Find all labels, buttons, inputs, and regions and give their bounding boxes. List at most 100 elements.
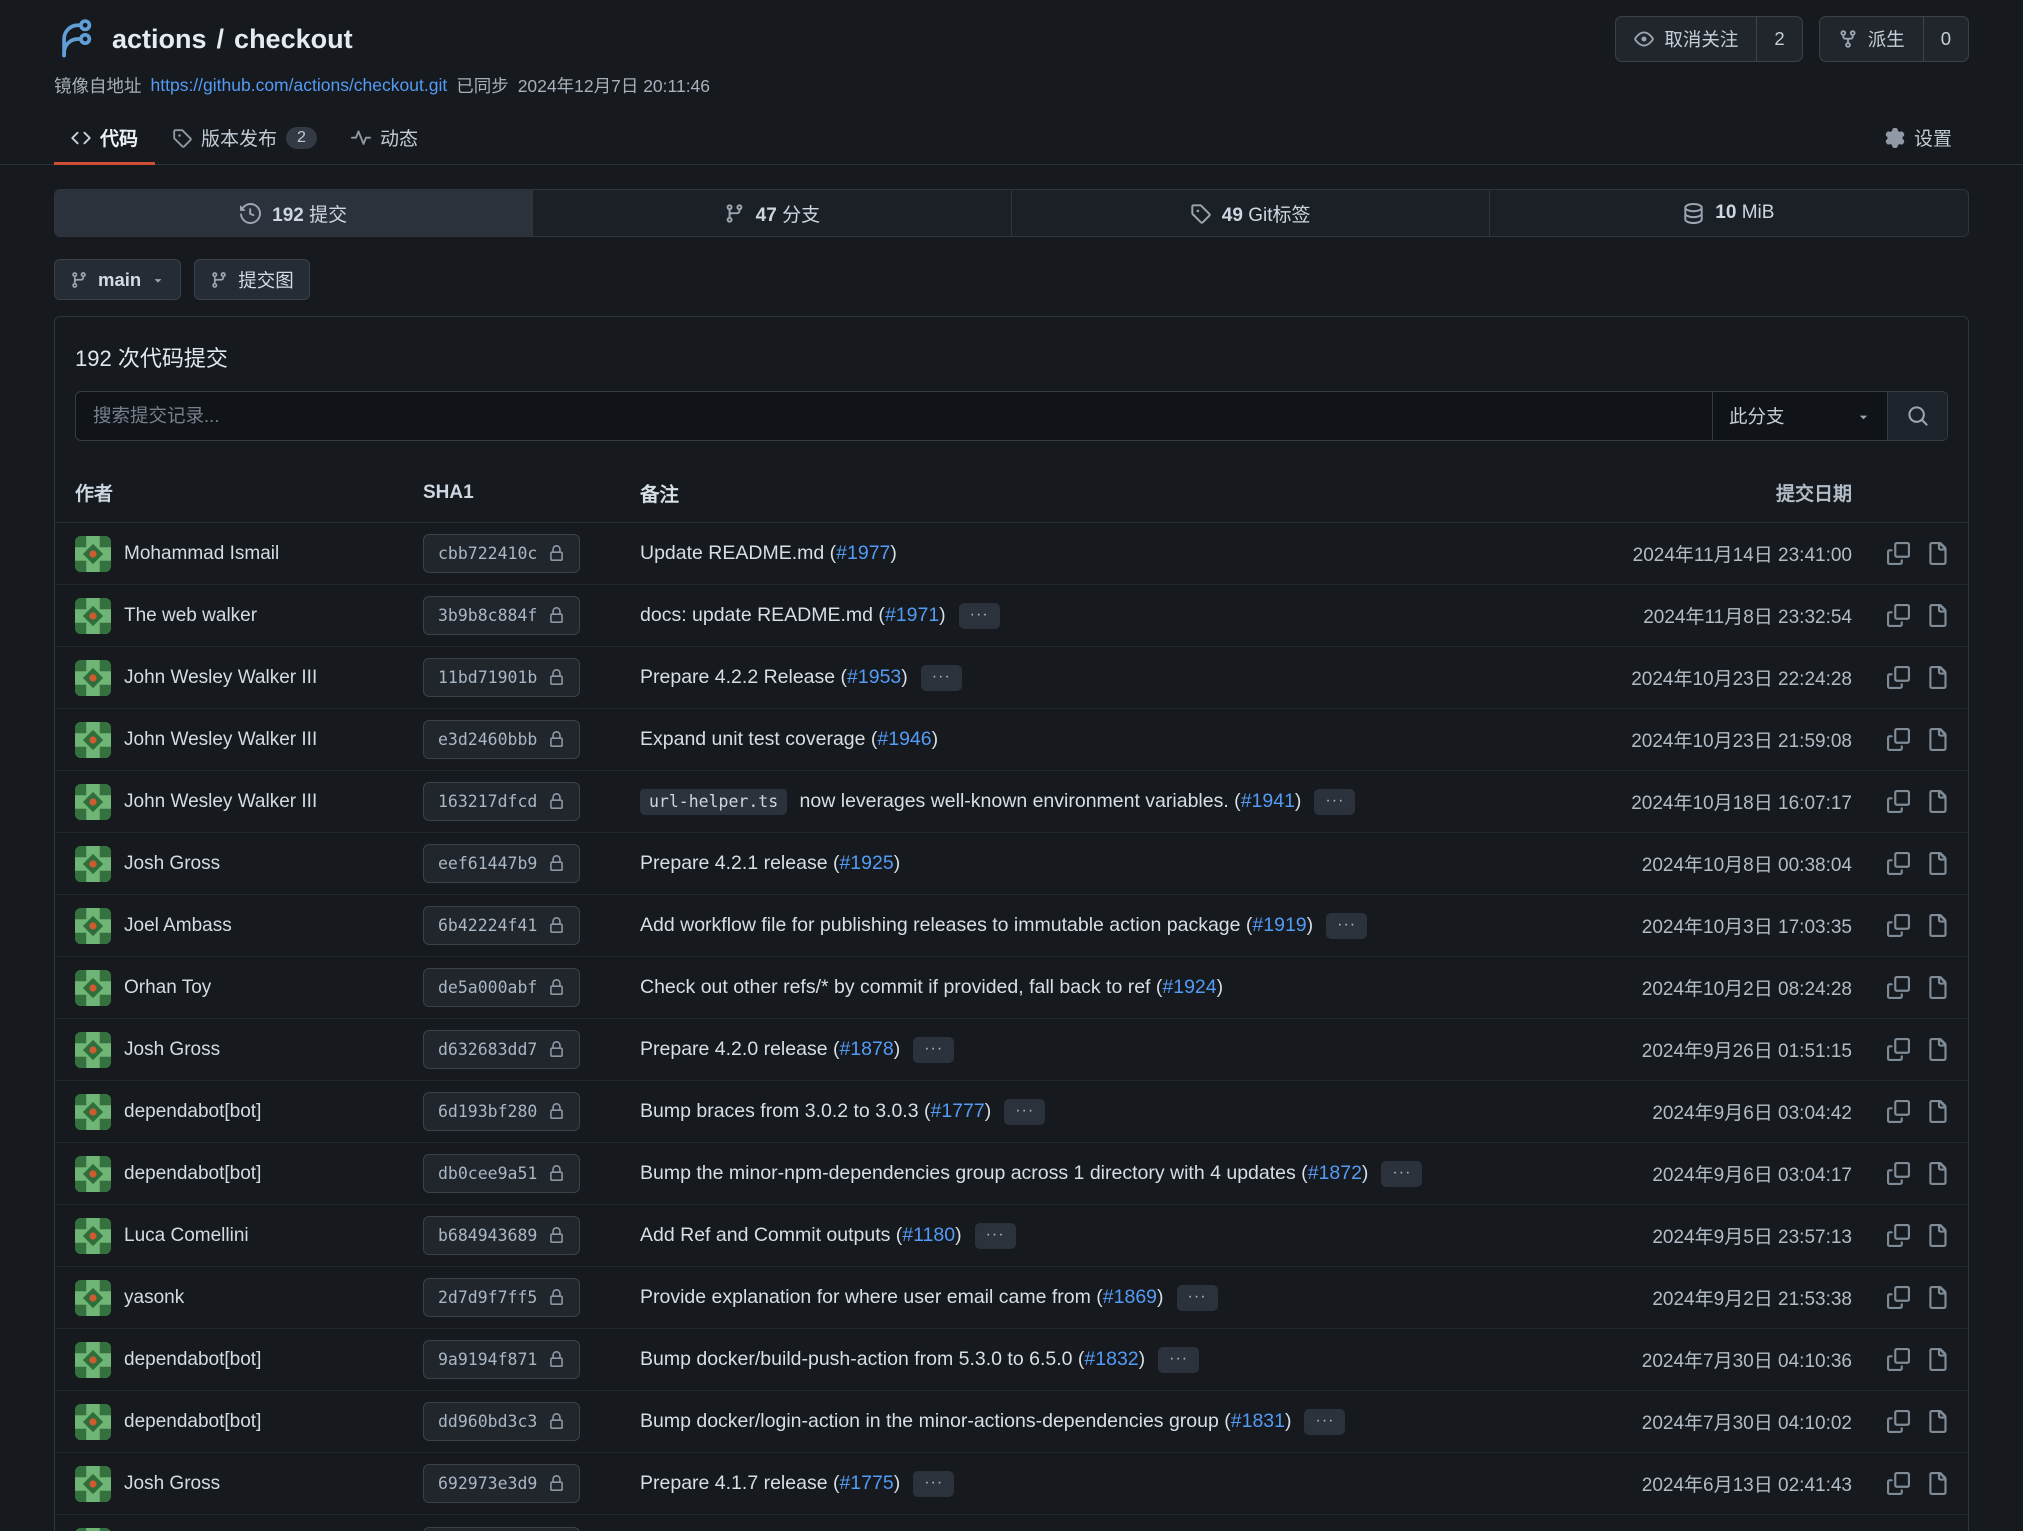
avatar[interactable] [75,1218,111,1254]
expand-commit-message-button[interactable]: ··· [975,1223,1016,1249]
commit-sha-badge[interactable]: de5a000abf [423,968,580,1007]
commit-sha-badge[interactable]: dd960bd3c3 [423,1402,580,1441]
forgejo-logo-icon[interactable] [54,17,98,61]
avatar[interactable] [75,1032,111,1068]
pr-link[interactable]: #1941 [1241,790,1295,812]
copy-sha-button[interactable] [1887,1162,1910,1185]
avatar[interactable] [75,536,111,572]
expand-commit-message-button[interactable]: ··· [1304,1409,1345,1435]
commit-author-name[interactable]: Mohammad Ismail [124,543,279,565]
copy-sha-button[interactable] [1887,1472,1910,1495]
commit-sha-badge[interactable]: 2d7d9f7ff5 [423,1278,580,1317]
expand-commit-message-button[interactable]: ··· [921,665,962,691]
avatar[interactable] [75,722,111,758]
browse-source-button[interactable] [1925,1348,1948,1371]
pr-link[interactable]: #1832 [1084,1348,1138,1370]
commit-author-name[interactable]: The web walker [124,605,257,627]
pr-link[interactable]: #1919 [1252,914,1306,936]
browse-source-button[interactable] [1925,790,1948,813]
avatar[interactable] [75,784,111,820]
expand-commit-message-button[interactable]: ··· [913,1471,954,1497]
copy-sha-button[interactable] [1887,852,1910,875]
copy-sha-button[interactable] [1887,728,1910,751]
unwatch-button[interactable]: 取消关注 [1616,17,1756,61]
expand-commit-message-button[interactable]: ··· [1177,1285,1218,1311]
repo-owner-link[interactable]: actions [112,24,207,55]
copy-sha-button[interactable] [1887,604,1910,627]
expand-commit-message-button[interactable]: ··· [1326,913,1367,939]
pr-link[interactable]: #1953 [847,666,901,688]
avatar[interactable] [75,1156,111,1192]
commit-sha-badge[interactable]: db0cee9a51 [423,1154,580,1193]
fork-button[interactable]: 派生 [1820,17,1923,61]
pr-link[interactable]: #1925 [839,852,893,874]
browse-source-button[interactable] [1925,1286,1948,1309]
stats-commits[interactable]: 192 提交 [55,190,533,236]
stats-tags[interactable]: 49 Git标签 [1012,190,1490,236]
commit-sha-badge[interactable]: 6ccd57f4c5 [423,1527,580,1531]
copy-sha-button[interactable] [1887,666,1910,689]
commit-sha-badge[interactable]: 3b9b8c884f [423,596,580,635]
commit-author-name[interactable]: dependabot[bot] [124,1163,261,1185]
browse-source-button[interactable] [1925,914,1948,937]
copy-sha-button[interactable] [1887,1224,1910,1247]
tab-releases[interactable]: 版本发布 2 [155,111,334,164]
commit-author-name[interactable]: Josh Gross [124,1473,220,1495]
commit-sha-badge[interactable]: 6d193bf280 [423,1092,580,1131]
avatar[interactable] [75,1094,111,1130]
pr-link[interactable]: #1946 [877,728,931,750]
copy-sha-button[interactable] [1887,976,1910,999]
commit-sha-badge[interactable]: 11bd71901b [423,658,580,697]
commit-author-name[interactable]: Joel Ambass [124,915,232,937]
commit-author-name[interactable]: Josh Gross [124,1039,220,1061]
pr-link[interactable]: #1831 [1231,1410,1285,1432]
avatar[interactable] [75,660,111,696]
search-button[interactable] [1887,392,1947,440]
copy-sha-button[interactable] [1887,1410,1910,1433]
commit-author-name[interactable]: yasonk [124,1287,184,1309]
expand-commit-message-button[interactable]: ··· [1314,789,1355,815]
avatar[interactable] [75,1342,111,1378]
pr-link[interactable]: #1872 [1308,1162,1362,1184]
expand-commit-message-button[interactable]: ··· [1158,1347,1199,1373]
copy-sha-button[interactable] [1887,1286,1910,1309]
commit-author-name[interactable]: John Wesley Walker III [124,791,317,813]
browse-source-button[interactable] [1925,666,1948,689]
commit-author-name[interactable]: dependabot[bot] [124,1349,261,1371]
browse-source-button[interactable] [1925,1472,1948,1495]
expand-commit-message-button[interactable]: ··· [959,603,1000,629]
commit-sha-badge[interactable]: e3d2460bbb [423,720,580,759]
stats-size[interactable]: 10 MiB [1490,190,1968,236]
avatar[interactable] [75,970,111,1006]
pr-link[interactable]: #1775 [839,1472,893,1494]
commit-sha-badge[interactable]: 6b42224f41 [423,906,580,945]
expand-commit-message-button[interactable]: ··· [913,1037,954,1063]
browse-source-button[interactable] [1925,542,1948,565]
commit-author-name[interactable]: Josh Gross [124,853,220,875]
commit-author-name[interactable]: John Wesley Walker III [124,729,317,751]
commit-sha-badge[interactable]: eef61447b9 [423,844,580,883]
copy-sha-button[interactable] [1887,790,1910,813]
pr-link[interactable]: #1924 [1162,976,1216,998]
avatar[interactable] [75,1466,111,1502]
copy-sha-button[interactable] [1887,914,1910,937]
forks-count[interactable]: 0 [1923,17,1968,61]
tab-settings[interactable]: 设置 [1868,111,1969,164]
pr-link[interactable]: #1971 [885,604,939,626]
browse-source-button[interactable] [1925,1410,1948,1433]
commit-graph-button[interactable]: 提交图 [194,259,310,300]
browse-source-button[interactable] [1925,728,1948,751]
commit-search-input[interactable] [76,392,1712,440]
tab-activity[interactable]: 动态 [334,111,435,164]
commit-sha-badge[interactable]: d632683dd7 [423,1030,580,1069]
pr-link[interactable]: #1180 [902,1224,955,1246]
avatar[interactable] [75,846,111,882]
commit-sha-badge[interactable]: 692973e3d9 [423,1464,580,1503]
stats-branches[interactable]: 47 分支 [533,190,1011,236]
branch-selector[interactable]: main [54,259,181,300]
browse-source-button[interactable] [1925,852,1948,875]
repo-name-link[interactable]: checkout [234,24,353,55]
commit-author-name[interactable]: John Wesley Walker III [124,667,317,689]
pr-link[interactable]: #1977 [836,542,890,564]
commit-sha-badge[interactable]: 163217dfcd [423,782,580,821]
